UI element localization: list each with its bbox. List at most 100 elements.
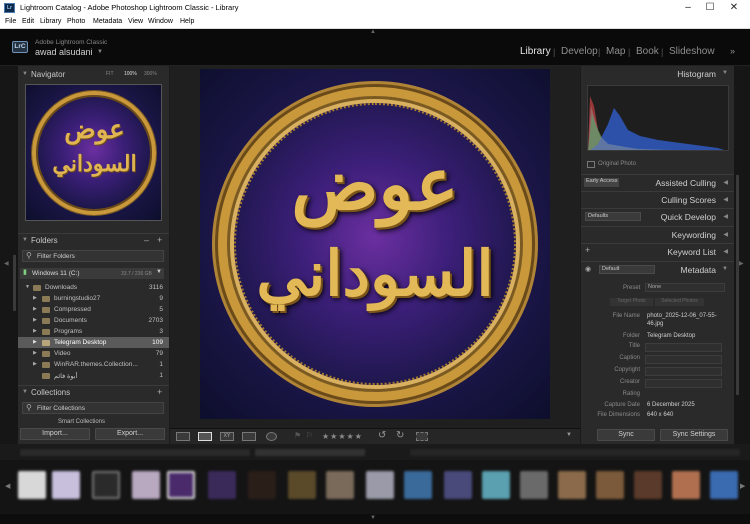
preset-dropdown[interactable]: None [645, 283, 725, 292]
capture-date-value[interactable]: 6 December 2025 [647, 402, 695, 408]
culling-scores-header[interactable]: Culling Scores ◀ [581, 191, 734, 206]
keywording-header[interactable]: Keywording ◀ [581, 226, 734, 241]
title-input[interactable] [645, 343, 722, 352]
sync-settings-button[interactable]: Sync Settings [660, 429, 728, 441]
folders-header[interactable]: ▼ Folders – + [18, 233, 169, 246]
export-button[interactable]: Export... [95, 428, 165, 440]
folder-row-selected[interactable]: ▶ Telegram Desktop 109 [18, 337, 169, 348]
keyword-list-header[interactable]: + Keyword List ◀ [581, 243, 734, 258]
collapse-top-panel-icon[interactable]: ▲ [370, 29, 376, 35]
reject-flag-icon[interactable]: ⚐ [306, 431, 313, 440]
maximize-icon[interactable]: ☐ [700, 2, 720, 13]
collapse-filmstrip-icon[interactable]: ▼ [370, 515, 376, 521]
filmstrip-thumbnail[interactable] [52, 471, 80, 499]
compare-view-icon[interactable]: XY [220, 432, 234, 441]
folder-row[interactable]: ▼ Downloads 3116 [18, 282, 169, 293]
module-develop[interactable]: Develop [561, 46, 598, 57]
filmstrip-thumbnail[interactable] [366, 471, 394, 499]
menu-window[interactable]: Window [148, 18, 173, 25]
flag-icon[interactable]: ⚑ [294, 431, 301, 440]
filmstrip-navigation[interactable] [20, 449, 250, 456]
filmstrip-thumbnail[interactable] [520, 471, 548, 499]
navigator-preview[interactable]: عوض السوداني [25, 84, 162, 221]
folder-row[interactable]: أبوة فائم 1 [18, 370, 169, 381]
folder-row[interactable]: ▶ burningstudio27 9 [18, 293, 169, 304]
smart-collections-row[interactable]: Smart Collections [18, 417, 169, 427]
metadata-eye-icon[interactable]: ◉ [585, 265, 591, 273]
filmstrip-thumbnail[interactable] [672, 471, 700, 499]
filter-folders-input[interactable]: ⚲ Filter Folders [22, 250, 164, 262]
menu-photo[interactable]: Photo [67, 18, 85, 25]
menu-metadata[interactable]: Metadata [93, 18, 122, 25]
filmstrip-thumbnail[interactable] [248, 471, 276, 499]
filmstrip-scroll-left-icon[interactable]: ◀ [5, 482, 10, 490]
module-book[interactable]: Book [636, 46, 659, 57]
caption-input[interactable] [645, 355, 722, 364]
sync-button[interactable]: Sync [597, 429, 655, 441]
filmstrip-thumbnail[interactable] [132, 471, 160, 499]
left-panel-scrollbar[interactable] [13, 255, 16, 311]
folder-row[interactable]: ▶ Programs 3 [18, 326, 169, 337]
module-slideshow[interactable]: Slideshow [669, 46, 715, 57]
main-photo[interactable]: عوض السوداني [200, 69, 550, 419]
minus-icon[interactable]: – [144, 235, 149, 245]
plus-icon[interactable]: + [157, 235, 162, 245]
collapse-left-panel-icon[interactable]: ◀ [4, 260, 9, 267]
filmstrip-thumbnail[interactable] [444, 471, 472, 499]
more-modules-icon[interactable]: » [730, 46, 735, 56]
filmstrip-thumbnail[interactable] [288, 471, 316, 499]
copyright-input[interactable] [645, 367, 722, 376]
toolbar-options-icon[interactable]: ▼ [566, 432, 572, 438]
plus-icon[interactable]: + [585, 245, 590, 255]
filmstrip-thumbnail[interactable] [634, 471, 662, 499]
folder-value[interactable]: Telegram Desktop [647, 333, 695, 339]
filmstrip-filter-bar[interactable] [410, 449, 740, 456]
menu-view[interactable]: View [128, 18, 143, 25]
collapse-right-panel-icon[interactable]: ▶ [739, 260, 744, 267]
import-button[interactable]: Import... [20, 428, 90, 440]
filmstrip-thumbnail-selected[interactable] [167, 471, 195, 499]
menu-help[interactable]: Help [180, 18, 194, 25]
rotate-left-icon[interactable]: ↺ [378, 430, 386, 441]
folder-row[interactable]: ▶ Video 79 [18, 348, 169, 359]
triangle-down-icon[interactable]: ▼ [156, 269, 162, 275]
selected-photos-toggle[interactable]: Selected Photos [655, 298, 704, 306]
minimize-icon[interactable]: – [678, 2, 698, 13]
metadata-view-dropdown[interactable]: Default [599, 265, 655, 274]
menu-library[interactable]: Library [40, 18, 61, 25]
filmstrip-thumbnail[interactable] [92, 471, 120, 499]
folder-row[interactable]: ▶ Compressed 5 [18, 304, 169, 315]
folder-row[interactable]: ▶ Documents 2703 [18, 315, 169, 326]
zoom-300[interactable]: 300% [144, 71, 157, 77]
menu-file[interactable]: File [5, 18, 16, 25]
filmstrip-thumbnail[interactable] [326, 471, 354, 499]
folder-row[interactable]: ▶ WinRAR.themes.Collection... 1 [18, 359, 169, 370]
creator-input[interactable] [645, 379, 722, 388]
volume-row[interactable]: ▮ Windows 11 (C:) 33.7 / 236 GB ▼ [20, 268, 164, 279]
filmstrip-thumbnail[interactable] [208, 471, 236, 499]
menu-edit[interactable]: Edit [22, 18, 34, 25]
file-name-value[interactable]: photo_2025-12-06_07-55-46.jpg [647, 312, 721, 328]
histogram-header[interactable]: Histogram ▼ [581, 66, 734, 81]
user-name[interactable]: awad alsudani [35, 47, 93, 57]
quick-develop-header[interactable]: Defaults Quick Develop ◀ [581, 208, 734, 223]
filmstrip-thumbnail[interactable] [18, 471, 46, 499]
filmstrip-thumbnail[interactable] [596, 471, 624, 499]
filmstrip-thumbnail[interactable] [710, 471, 738, 499]
filter-collections-input[interactable]: ⚲ Filter Collections [22, 402, 164, 414]
metadata-header[interactable]: ◉ Default Metadata ▼ [581, 261, 734, 276]
chevron-down-icon[interactable]: ▼ [97, 49, 103, 55]
original-photo-checkbox[interactable] [587, 161, 595, 168]
assisted-culling-header[interactable]: Early Access Assisted Culling ◀ [581, 174, 734, 189]
crop-overlay-icon[interactable] [416, 432, 428, 441]
plus-icon[interactable]: + [157, 387, 162, 397]
zoom-fit[interactable]: FIT [106, 71, 114, 77]
people-view-icon[interactable] [266, 432, 277, 441]
right-panel-scrollbar[interactable] [736, 175, 739, 395]
zoom-100[interactable]: 100% [124, 71, 137, 77]
rating-stars[interactable]: ★★★★★ [322, 432, 363, 441]
grid-view-icon[interactable] [176, 432, 190, 441]
navigator-header[interactable]: ▼ Navigator FIT 100% 300% [18, 68, 169, 81]
close-icon[interactable]: ✕ [724, 2, 744, 13]
histogram-chart[interactable] [587, 85, 729, 151]
